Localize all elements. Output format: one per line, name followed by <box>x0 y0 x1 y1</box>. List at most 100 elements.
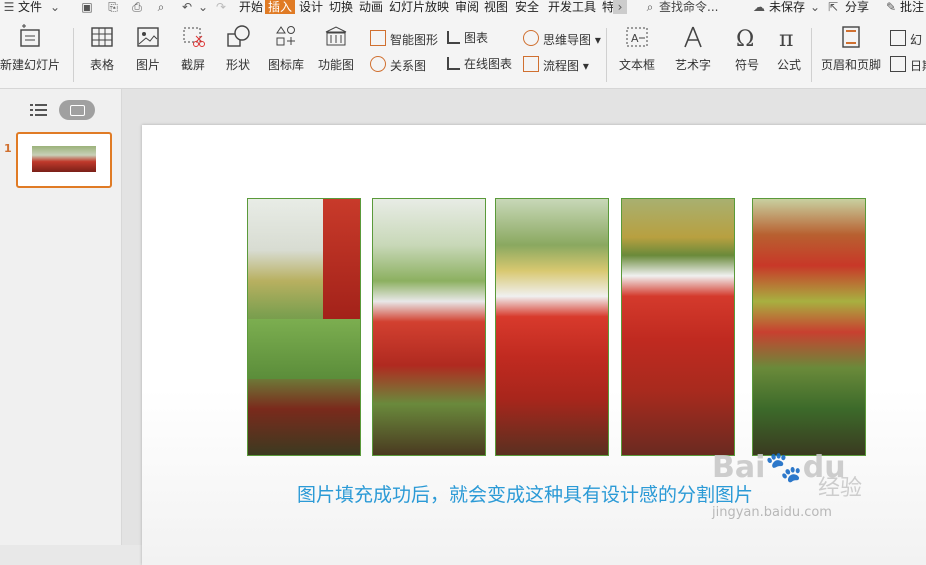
textbox-button[interactable]: A 文本框 <box>612 24 662 73</box>
date-button[interactable]: 日期 <box>890 56 926 74</box>
chevron-down-icon[interactable]: ⌄ <box>48 0 62 14</box>
art-text-button[interactable]: 艺术字 <box>669 24 717 73</box>
symbol-label: 符号 <box>734 58 759 72</box>
icon-library-button[interactable]: 图标库 <box>266 24 306 73</box>
file-menu[interactable]: 文件 <box>18 0 42 14</box>
tab-transition[interactable]: 切换 <box>329 0 353 14</box>
photo-strip-5[interactable] <box>752 198 866 456</box>
command-search-input[interactable]: 查找命令... <box>659 0 718 14</box>
new-slide-label: 新建幻灯片 <box>0 58 60 72</box>
slides-pane: 1 <box>0 89 122 545</box>
photo-strip-3[interactable] <box>495 198 609 456</box>
share-button[interactable]: 分享 <box>845 0 869 14</box>
function-chart-icon <box>325 26 347 46</box>
divider <box>606 28 607 82</box>
new-slide-button[interactable]: 新建幻灯片 <box>0 24 62 73</box>
undo-icon[interactable]: ↶ <box>180 0 194 14</box>
outline-view-icon[interactable] <box>30 103 48 117</box>
online-chart-label: 在线图表 <box>464 57 513 71</box>
textbox-icon: A <box>626 27 648 47</box>
slide-caption[interactable]: 图片填充成功后，就会变成这种具有设计感的分割图片 <box>297 480 753 507</box>
green-tree <box>248 319 360 379</box>
relation-chart-label: 关系图 <box>390 59 427 73</box>
watermark-url: jingyan.baidu.com <box>712 505 832 520</box>
chart-label: 图表 <box>464 31 489 45</box>
relation-icon <box>370 56 386 72</box>
chevron-down-icon[interactable]: ⌄ <box>808 0 822 14</box>
picture-icon <box>137 27 159 47</box>
table-button[interactable]: 表格 <box>84 24 120 73</box>
table-label: 表格 <box>89 58 114 72</box>
menu-icon[interactable]: ☰ <box>2 0 16 14</box>
share-icon[interactable]: ⇱ <box>826 0 840 14</box>
icon-library-label: 图标库 <box>267 58 304 72</box>
header-footer-icon <box>842 26 860 48</box>
divider <box>811 28 812 82</box>
mind-map-button[interactable]: 思维导图 ▾ <box>523 30 601 48</box>
slide-thumbnail[interactable] <box>16 132 112 188</box>
slide-number-button[interactable]: 幻 <box>890 30 922 48</box>
tab-design[interactable]: 设计 <box>299 0 323 14</box>
tab-review[interactable]: 审阅 <box>455 0 479 14</box>
formula-label: 公式 <box>776 58 801 72</box>
header-footer-button[interactable]: 页眉和页脚 <box>818 24 884 73</box>
pi-icon: π <box>779 27 793 50</box>
icon-library-icon <box>276 26 295 46</box>
smart-graphic-label: 智能图形 <box>390 33 439 47</box>
save-status[interactable]: 未保存 <box>769 0 805 14</box>
shape-label: 形状 <box>225 58 250 72</box>
print-preview-icon[interactable]: ⌕ <box>154 0 168 14</box>
online-chart-icon <box>447 57 460 70</box>
tab-developer[interactable]: 开发工具 <box>548 0 596 14</box>
flowchart-button[interactable]: 流程图 ▾ <box>523 56 589 74</box>
screenshot-label: 截屏 <box>180 58 205 72</box>
omega-icon: Ω <box>736 27 754 50</box>
symbol-button[interactable]: Ω 符号 <box>727 24 767 73</box>
flowchart-icon <box>523 56 539 72</box>
output-icon[interactable]: ⎘ <box>106 0 120 14</box>
slide[interactable]: 图片填充成功后，就会变成这种具有设计感的分割图片 <box>142 125 926 565</box>
cloud-icon: ☁ <box>753 0 765 14</box>
tab-animation[interactable]: 动画 <box>359 0 383 14</box>
thumbnail-preview <box>32 146 96 172</box>
red-ivy <box>323 199 360 329</box>
tab-security[interactable]: 安全 <box>515 0 539 14</box>
formula-button[interactable]: π 公式 <box>772 24 806 73</box>
smart-graphic-button[interactable]: 智能图形 <box>370 30 438 48</box>
comment-icon[interactable]: ✎ <box>884 0 898 14</box>
redo-icon[interactable]: ↷ <box>214 0 228 14</box>
comment-button[interactable]: 批注 <box>900 0 924 14</box>
screenshot-button[interactable]: 截屏 <box>175 24 211 73</box>
slide-view-toggle[interactable] <box>59 100 95 120</box>
chart-button[interactable]: 图表 <box>447 30 488 46</box>
print-icon[interactable]: ⎙ <box>130 0 144 14</box>
slide-number-label: 幻 <box>910 33 923 47</box>
picture-button[interactable]: 图片 <box>130 24 166 73</box>
watermark-bai: Bai <box>712 450 766 485</box>
watermark-jingyan: 经验 <box>818 476 863 501</box>
art-text-label: 艺术字 <box>674 58 711 72</box>
photo-strip-4[interactable] <box>621 198 735 456</box>
slide-number: 1 <box>4 142 12 155</box>
online-chart-button[interactable]: 在线图表 <box>447 56 512 72</box>
undo-dropdown-icon[interactable]: ⌄ <box>196 0 210 14</box>
bar-chart-icon <box>447 31 460 44</box>
textbox-label: 文本框 <box>618 58 655 72</box>
tab-slideshow[interactable]: 幻灯片放映 <box>389 0 449 14</box>
svg-text:Ω: Ω <box>736 27 754 50</box>
function-chart-button[interactable]: 功能图 <box>313 24 359 73</box>
smart-graphic-icon <box>370 30 386 46</box>
tab-home[interactable]: 开始 <box>239 0 263 14</box>
save-icon[interactable]: ▣ <box>80 0 94 14</box>
tab-scroll-right-icon[interactable]: › <box>613 0 627 14</box>
ribbon-toolbar: 新建幻灯片 表格 图片 截屏 形状 图标库 功能图 智能图形 图表 关系图 在线… <box>0 16 926 89</box>
tab-insert[interactable]: 插入 <box>265 0 296 14</box>
relation-chart-button[interactable]: 关系图 <box>370 56 426 74</box>
photo-strip-1[interactable] <box>247 198 361 456</box>
table-icon <box>91 27 113 47</box>
tab-view[interactable]: 视图 <box>484 0 508 14</box>
search-icon[interactable]: ⌕ <box>643 0 657 14</box>
calendar-icon <box>890 56 906 72</box>
photo-strip-2[interactable] <box>372 198 486 456</box>
shape-button[interactable]: 形状 <box>220 24 256 73</box>
